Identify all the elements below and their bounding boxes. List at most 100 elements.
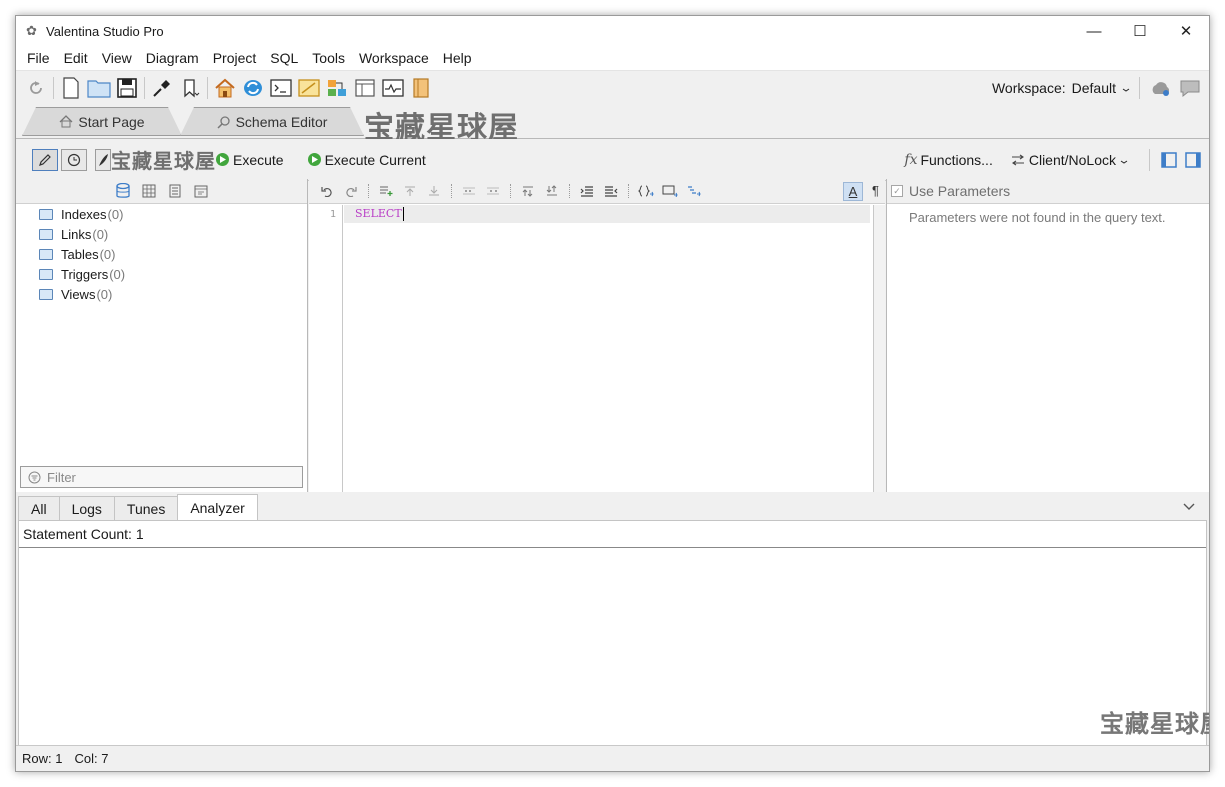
sort-asc-button[interactable] [518,181,538,201]
sql-editor-pane: A ¶ 1 SELECT [309,179,885,492]
schema-tree: Indexes (0) Links (0) Tables (0) Trigger… [16,204,307,304]
minimize-button[interactable]: — [1071,16,1117,46]
right-panel-icon[interactable] [1185,152,1201,168]
connect-button[interactable] [148,74,176,102]
open-folder-button[interactable] [85,74,113,102]
collapse-chevron-icon[interactable] [1181,498,1197,514]
tab-start-page[interactable]: Start Page [22,107,182,136]
tree-item-tables[interactable]: Tables (0) [16,244,307,264]
pilcrow-icon[interactable]: ¶ [872,183,879,198]
chevron-down-icon [1122,88,1130,92]
report-button[interactable] [295,74,323,102]
statement-count: Statement Count: 1 [19,521,1206,548]
tab-all[interactable]: All [18,496,60,520]
tree-item-views[interactable]: Views (0) [16,284,307,304]
tree-item-links[interactable]: Links (0) [16,224,307,244]
menu-project[interactable]: Project [206,50,264,66]
chevron-down-icon [1120,160,1128,164]
move-down-icon [429,186,439,196]
editor-scrollbar[interactable] [873,205,885,492]
sync-button[interactable] [239,74,267,102]
cloud-icon[interactable] [1149,78,1173,98]
list-icon[interactable] [168,184,182,198]
outdent-icon [605,186,618,197]
chat-icon[interactable] [1179,78,1201,98]
tab-schema-editor[interactable]: Schema Editor [180,107,364,136]
menu-sql[interactable]: SQL [263,50,305,66]
execute-button[interactable]: Execute [216,152,284,168]
redo-icon [346,187,357,197]
tree-item-triggers[interactable]: Triggers (0) [16,264,307,284]
add-line-button[interactable] [376,181,396,201]
database-icon[interactable] [115,183,130,199]
workspace-dropdown[interactable]: Default [1072,80,1116,96]
notes-button[interactable] [407,74,435,102]
plug-icon [153,79,170,97]
execute-current-button[interactable]: Execute Current [307,152,426,168]
outdent-button[interactable] [601,181,621,201]
tree-item-indexes[interactable]: Indexes (0) [16,204,307,224]
redo-button[interactable] [341,181,361,201]
parameters-message: Parameters were not found in the query t… [909,210,1166,225]
menu-file[interactable]: File [20,50,57,66]
monitor-button[interactable] [379,74,407,102]
format-button[interactable] [636,181,656,201]
bottom-tabs: All Logs Tunes Analyzer [16,494,1209,520]
menu-help[interactable]: Help [436,50,479,66]
use-parameters-label: Use Parameters [909,183,1011,199]
sort-desc-button[interactable] [542,181,562,201]
tab-logs[interactable]: Logs [58,496,115,520]
home-icon [59,115,73,128]
details-icon[interactable] [194,184,208,198]
grid-icon[interactable] [142,184,156,198]
tree-item-label: Indexes [61,206,107,222]
toolbar-separator [368,184,369,198]
table-button[interactable] [351,74,379,102]
favorite-button[interactable] [95,148,111,171]
home-button[interactable] [211,74,239,102]
menu-view[interactable]: View [95,50,139,66]
move-up-button[interactable] [400,181,420,201]
diagram-button[interactable] [323,74,351,102]
bookmark-button[interactable] [176,74,204,102]
menu-workspace[interactable]: Workspace [352,50,436,66]
menu-diagram[interactable]: Diagram [139,50,206,66]
toolbar-separator [144,76,145,99]
comment-icon [463,187,475,195]
move-down-button[interactable] [424,181,444,201]
play-cursor-icon [307,153,321,166]
comment-button[interactable] [459,181,479,201]
folder-icon [39,228,53,240]
tab-tunes[interactable]: Tunes [113,496,179,520]
highlight-toggle[interactable]: A [843,182,863,201]
functions-button[interactable]: fx Functions... [904,152,992,168]
save-button[interactable] [113,74,141,102]
terminal-button[interactable] [267,74,295,102]
menu-bar: File Edit View Diagram Project SQL Tools… [16,46,1209,70]
uncomment-button[interactable] [483,181,503,201]
use-parameters-checkbox[interactable]: ✓ [891,185,903,197]
editor-icon-bar: A ¶ [309,179,885,204]
undo-button[interactable] [317,181,337,201]
indent-button[interactable] [577,181,597,201]
tab-analyzer[interactable]: Analyzer [177,494,258,520]
menu-tools[interactable]: Tools [305,50,352,66]
expand-button[interactable] [684,181,704,201]
filter-input[interactable]: Filter [20,466,303,488]
insert-snippet-button[interactable] [660,181,680,201]
watermark-text: 宝藏星球屋 [111,149,216,173]
history-button[interactable] [61,148,87,171]
left-panel-icon[interactable] [1161,152,1177,168]
sql-code-line[interactable]: SELECT [344,205,870,223]
window-title: Valentina Studio Pro [46,23,164,39]
expand-icon [688,186,701,197]
new-file-button[interactable] [57,74,85,102]
menu-edit[interactable]: Edit [57,50,95,66]
refresh-button[interactable] [22,74,50,102]
edit-mode-button[interactable] [32,148,58,171]
maximize-button[interactable]: ☐ [1117,16,1163,46]
client-nolock-dropdown[interactable]: Client/NoLock [1011,152,1128,168]
client-nolock-label: Client/NoLock [1028,152,1116,168]
feather-icon [99,153,108,166]
close-button[interactable]: ✕ [1163,16,1209,46]
